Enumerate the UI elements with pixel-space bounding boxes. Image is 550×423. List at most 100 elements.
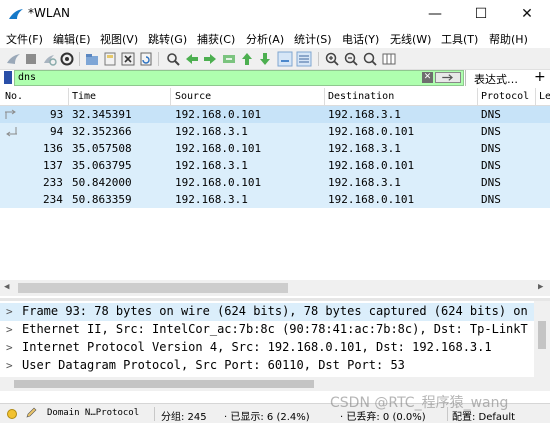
menu-analyze[interactable]: 分析(A) bbox=[246, 31, 284, 47]
packet-no: 93 bbox=[50, 108, 64, 121]
scrollbar-thumb[interactable] bbox=[14, 380, 314, 388]
reload-file-icon[interactable] bbox=[138, 51, 154, 67]
display-filter-input[interactable]: dns bbox=[14, 70, 464, 86]
column-divider bbox=[477, 88, 478, 106]
menu-edit[interactable]: 编辑(E) bbox=[53, 31, 91, 47]
packet-protocol: DNS bbox=[481, 193, 501, 206]
open-file-icon[interactable] bbox=[84, 51, 100, 67]
details-vertical-scrollbar[interactable] bbox=[534, 301, 550, 387]
go-back-icon[interactable] bbox=[184, 51, 200, 67]
packet-no: 94 bbox=[50, 125, 64, 138]
packet-time: 32.345391 bbox=[72, 108, 132, 121]
close-button[interactable]: ✕ bbox=[504, 0, 550, 28]
packet-no: 234 bbox=[43, 193, 63, 206]
clear-filter-icon[interactable]: ✕ bbox=[422, 72, 433, 83]
column-header-time[interactable]: Time bbox=[72, 91, 96, 102]
packet-details-pane: > Frame 93: 78 bytes on wire (624 bits),… bbox=[0, 298, 550, 401]
menu-capture[interactable]: 捕获(C) bbox=[197, 31, 235, 47]
packet-time: 35.057508 bbox=[72, 142, 132, 155]
menu-go[interactable]: 跳转(G) bbox=[148, 31, 187, 47]
menu-statistics[interactable]: 统计(S) bbox=[294, 31, 332, 47]
packet-source: 192.168.3.1 bbox=[175, 125, 248, 138]
detail-row-udp[interactable]: > User Datagram Protocol, Src Port: 6011… bbox=[0, 357, 534, 375]
packet-time: 32.352366 bbox=[72, 125, 132, 138]
start-capture-icon[interactable] bbox=[5, 51, 21, 67]
status-field-name: Domain N…Protocol bbox=[47, 408, 140, 418]
detail-row-ipv4[interactable]: > Internet Protocol Version 4, Src: 192.… bbox=[0, 339, 534, 357]
maximize-button[interactable]: ☐ bbox=[458, 0, 504, 28]
packet-row[interactable]: 136 35.057508 192.168.0.101 192.168.3.1 … bbox=[0, 140, 550, 157]
packet-protocol: DNS bbox=[481, 108, 501, 121]
scrollbar-thumb[interactable] bbox=[18, 283, 288, 293]
column-divider bbox=[535, 88, 536, 106]
menu-wireless[interactable]: 无线(W) bbox=[390, 31, 431, 47]
expert-info-icon[interactable] bbox=[7, 409, 17, 419]
packet-destination: 192.168.3.1 bbox=[328, 142, 401, 155]
close-file-icon[interactable] bbox=[120, 51, 136, 67]
menu-file[interactable]: 文件(F) bbox=[6, 31, 43, 47]
save-file-icon[interactable] bbox=[102, 51, 118, 67]
menu-bar: 文件(F) 编辑(E) 视图(V) 跳转(G) 捕获(C) 分析(A) 统计(S… bbox=[0, 28, 550, 48]
find-packet-icon[interactable] bbox=[165, 51, 181, 67]
expand-chevron-icon[interactable]: > bbox=[6, 341, 13, 354]
auto-scroll-icon[interactable] bbox=[277, 51, 293, 67]
restart-capture-icon[interactable] bbox=[41, 51, 57, 67]
colorize-icon[interactable] bbox=[296, 51, 312, 67]
add-filter-button[interactable]: + bbox=[534, 69, 546, 85]
packet-row[interactable]: 234 50.863359 192.168.3.1 192.168.0.101 … bbox=[0, 191, 550, 208]
toolbar-separator bbox=[318, 52, 319, 66]
edit-comment-icon[interactable] bbox=[25, 407, 37, 419]
detail-text: User Datagram Protocol, Src Port: 60110,… bbox=[22, 358, 405, 372]
zoom-normal-icon[interactable] bbox=[362, 51, 378, 67]
expand-chevron-icon[interactable]: > bbox=[6, 359, 13, 372]
response-arrow-icon bbox=[6, 127, 17, 137]
details-horizontal-scrollbar[interactable] bbox=[0, 377, 550, 391]
minimize-button[interactable]: — bbox=[412, 0, 458, 28]
packet-row[interactable]: 233 50.842000 192.168.0.101 192.168.3.1 … bbox=[0, 174, 550, 191]
column-header-protocol[interactable]: Protocol bbox=[481, 91, 529, 102]
go-first-packet-icon[interactable] bbox=[239, 51, 255, 67]
menu-telephony[interactable]: 电话(Y) bbox=[342, 31, 379, 47]
wireshark-fin-icon bbox=[9, 9, 23, 19]
apply-filter-icon[interactable] bbox=[435, 72, 461, 83]
zoom-out-icon[interactable] bbox=[343, 51, 359, 67]
detail-row-frame[interactable]: > Frame 93: 78 bytes on wire (624 bits),… bbox=[0, 303, 534, 321]
resize-columns-icon[interactable] bbox=[381, 51, 397, 67]
go-last-packet-icon[interactable] bbox=[257, 51, 273, 67]
packet-time: 50.863359 bbox=[72, 193, 132, 206]
scrollbar-thumb[interactable] bbox=[538, 321, 546, 349]
packet-list: No. Time Source Destination Protocol Le … bbox=[0, 88, 550, 296]
packet-protocol: DNS bbox=[481, 159, 501, 172]
main-toolbar bbox=[0, 48, 550, 70]
detail-row-ethernet[interactable]: > Ethernet II, Src: IntelCor_ac:7b:8c (9… bbox=[0, 321, 534, 339]
packet-row[interactable]: 94 32.352366 192.168.3.1 192.168.0.101 D… bbox=[0, 123, 550, 140]
packet-no: 136 bbox=[43, 142, 63, 155]
menu-help[interactable]: 帮助(H) bbox=[489, 31, 528, 47]
zoom-in-icon[interactable] bbox=[324, 51, 340, 67]
menu-tools[interactable]: 工具(T) bbox=[441, 31, 478, 47]
expand-chevron-icon[interactable]: > bbox=[6, 323, 13, 336]
column-header-length[interactable]: Le bbox=[539, 91, 550, 102]
go-to-packet-icon[interactable] bbox=[221, 51, 237, 67]
capture-options-icon[interactable] bbox=[59, 51, 75, 67]
menu-view[interactable]: 视图(V) bbox=[100, 31, 138, 47]
expand-chevron-icon[interactable]: > bbox=[6, 305, 13, 318]
packet-source: 192.168.0.101 bbox=[175, 176, 262, 189]
packet-time: 50.842000 bbox=[72, 176, 132, 189]
packet-row[interactable]: 137 35.063795 192.168.3.1 192.168.0.101 … bbox=[0, 157, 550, 174]
packet-row[interactable]: 93 32.345391 192.168.0.101 192.168.3.1 D… bbox=[0, 106, 550, 123]
expression-button[interactable]: 表达式… bbox=[474, 71, 518, 87]
filter-bookmark-icon[interactable] bbox=[4, 71, 12, 84]
column-header-destination[interactable]: Destination bbox=[328, 91, 394, 102]
column-header-source[interactable]: Source bbox=[175, 91, 211, 102]
go-forward-icon[interactable] bbox=[202, 51, 218, 67]
scroll-left-icon[interactable]: ◀ bbox=[4, 282, 9, 292]
packet-protocol: DNS bbox=[481, 176, 501, 189]
packet-destination: 192.168.3.1 bbox=[328, 176, 401, 189]
scroll-right-icon[interactable]: ▶ bbox=[538, 282, 543, 292]
packet-source: 192.168.0.101 bbox=[175, 108, 262, 121]
packet-list-horizontal-scrollbar[interactable]: ◀ ▶ bbox=[0, 280, 550, 296]
column-header-no[interactable]: No. bbox=[5, 91, 23, 102]
packet-list-header: No. Time Source Destination Protocol Le bbox=[0, 88, 550, 106]
stop-capture-icon[interactable] bbox=[23, 51, 39, 67]
